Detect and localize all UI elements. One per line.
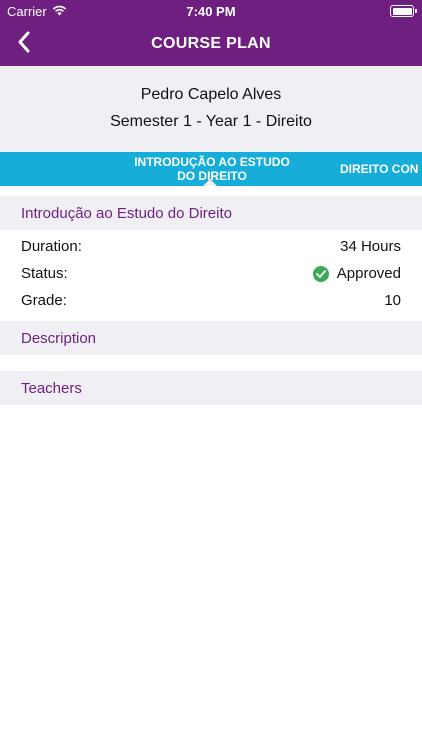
duration-value: 34 Hours (340, 238, 401, 255)
status-label: Status: (21, 265, 68, 282)
clock: 7:40 PM (186, 4, 236, 19)
status-value: Approved (336, 265, 401, 282)
course-title: Introdução ao Estudo do Direito (21, 204, 232, 222)
grade-value: 10 (384, 292, 401, 309)
tab-label: DIREITO CON (340, 162, 419, 176)
course-details: Duration: 34 Hours Status: Approved Grad… (0, 230, 422, 316)
student-name: Pedro Capelo Alves (140, 86, 282, 103)
battery-icon (390, 5, 417, 17)
course-title-header: Introdução ao Estudo do Direito (0, 196, 422, 230)
active-tab-indicator (202, 179, 218, 186)
status-value-container: Approved (312, 265, 401, 282)
grade-row: Grade: 10 (0, 287, 422, 314)
teachers-label: Teachers (21, 379, 82, 397)
grade-label: Grade: (21, 292, 67, 309)
tab-label-line1: INTRODUÇÃO AO ESTUDO (134, 155, 290, 169)
duration-row: Duration: 34 Hours (0, 233, 422, 260)
status-row: Status: Approved (0, 260, 422, 287)
semester-info: Semester 1 - Year 1 - Direito (110, 113, 312, 130)
duration-label: Duration: (21, 238, 82, 255)
checkmark-circle-icon (312, 265, 329, 282)
tab-direito-con[interactable]: DIREITO CON (340, 152, 422, 186)
description-header: Description (0, 321, 422, 355)
description-label: Description (21, 329, 97, 347)
course-tabs: INTRODUÇÃO AO ESTUDO DO DIREITO DIREITO … (0, 152, 422, 186)
teachers-header: Teachers (0, 371, 422, 405)
student-profile: Pedro Capelo Alves Semester 1 - Year 1 -… (0, 66, 422, 152)
status-bar: Carrier 7:40 PM (0, 0, 422, 22)
page-title: COURSE PLAN (151, 35, 271, 52)
navigation-bar: COURSE PLAN (0, 22, 422, 66)
